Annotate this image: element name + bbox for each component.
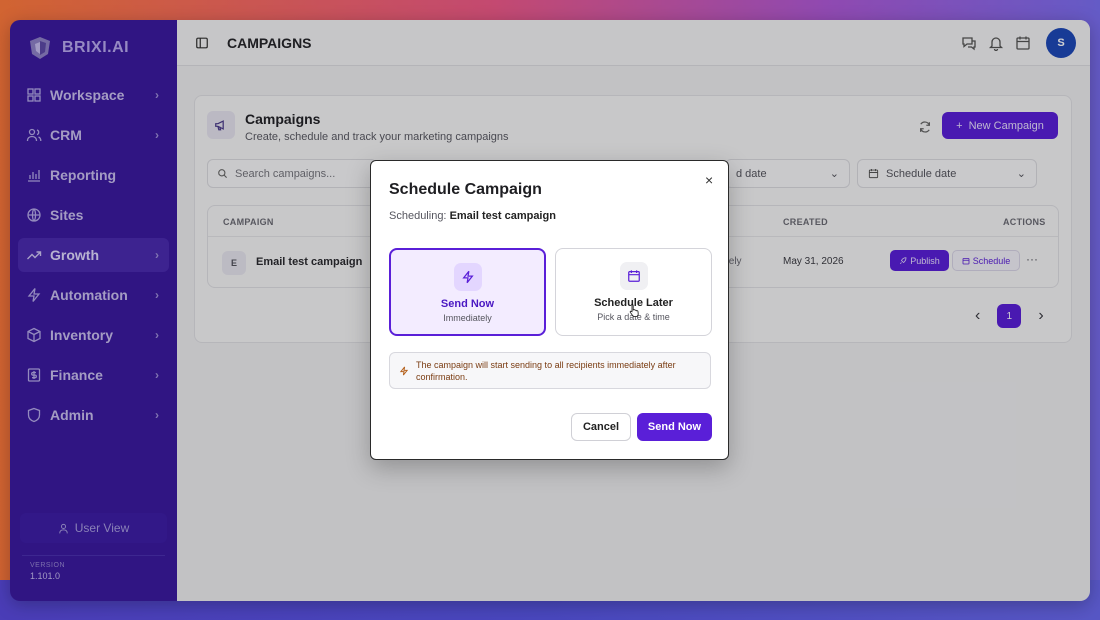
hand-cursor-icon bbox=[629, 304, 639, 317]
close-icon[interactable]: × bbox=[705, 172, 713, 188]
send-now-option[interactable]: Send Now Immediately bbox=[389, 248, 546, 336]
scheduling-label: Scheduling: bbox=[389, 210, 447, 222]
send-now-subtitle: Immediately bbox=[443, 313, 492, 323]
calendar-icon bbox=[619, 262, 648, 290]
cancel-button[interactable]: Cancel bbox=[571, 413, 631, 441]
bolt-icon bbox=[453, 263, 482, 291]
send-now-title: Send Now bbox=[440, 298, 495, 310]
notice-text: The campaign will start sending to all r… bbox=[416, 360, 676, 382]
schedule-later-option[interactable]: Schedule Later Pick a date & time bbox=[555, 248, 712, 336]
send-now-notice: The campaign will start sending to all r… bbox=[389, 352, 711, 389]
scheduling-campaign-name: Email test campaign bbox=[449, 210, 556, 222]
dialog-title: Schedule Campaign bbox=[389, 181, 542, 198]
send-now-button[interactable]: Send Now bbox=[637, 413, 712, 441]
dialog-subtitle: Scheduling: Email test campaign bbox=[389, 210, 556, 222]
schedule-campaign-dialog: × Schedule Campaign Scheduling: Email te… bbox=[370, 160, 729, 460]
bolt-icon bbox=[399, 366, 409, 376]
